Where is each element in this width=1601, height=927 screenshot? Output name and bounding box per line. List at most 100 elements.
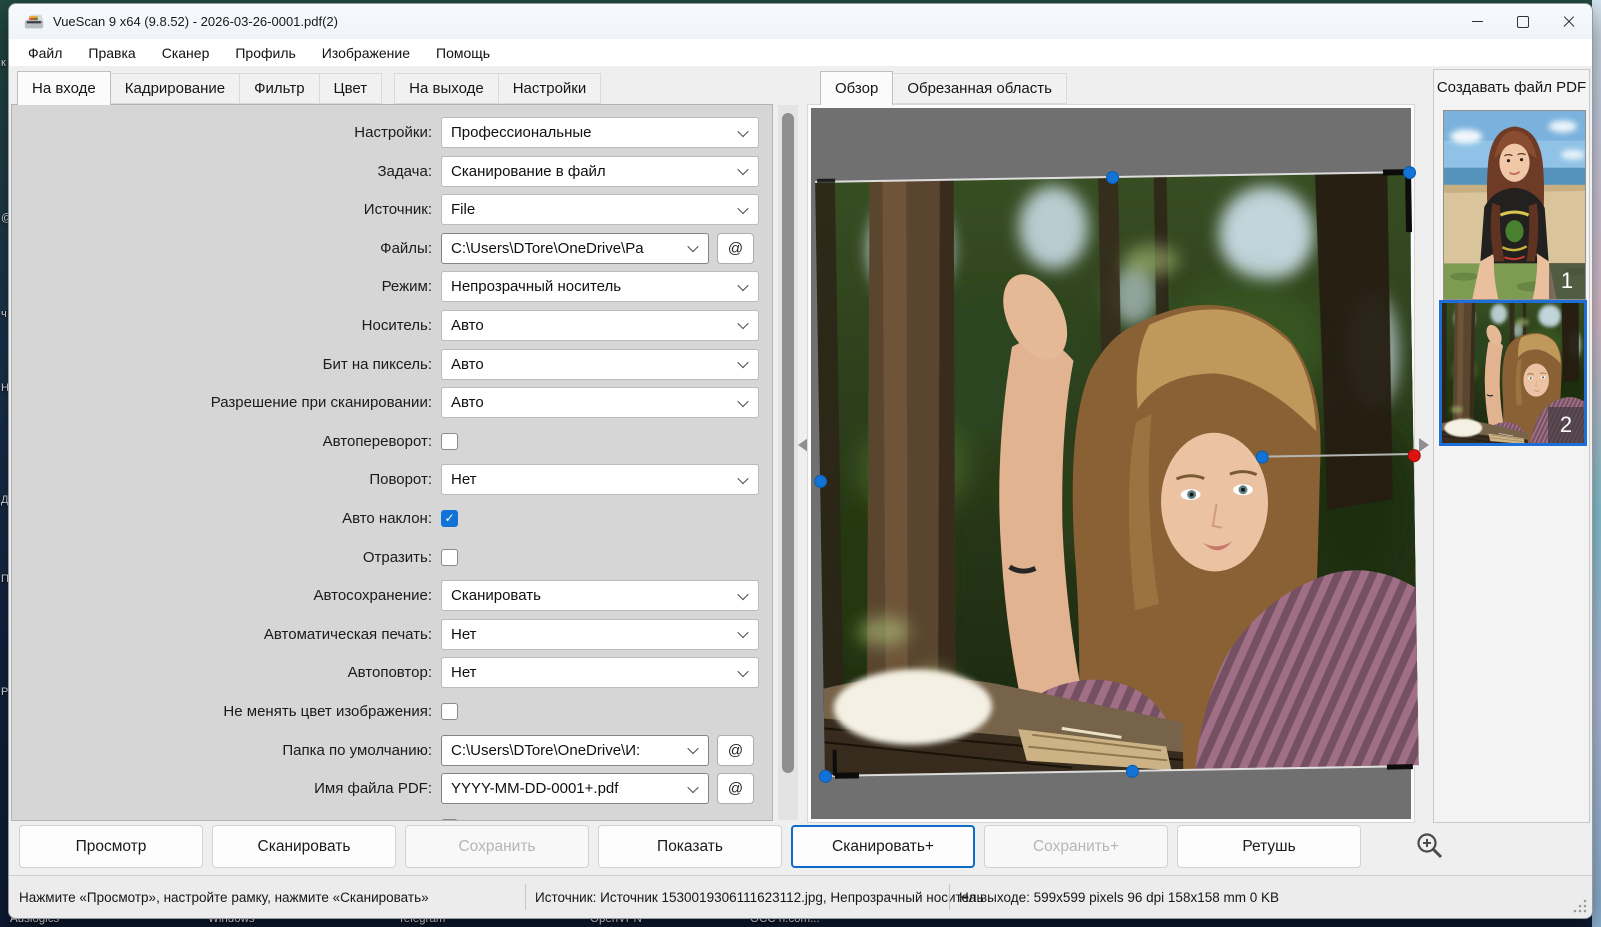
minimize-button[interactable] — [1454, 4, 1500, 39]
desktop-icon-label-fragment: к — [1, 57, 6, 69]
form-label-auto-skew: Авто наклон: — [12, 510, 441, 527]
menu-bar: ФайлПравкаСканерПрофильИзображениеПомощь — [9, 39, 1592, 66]
form-row-default-options: Параметры по умолчанию: — [12, 812, 772, 821]
scan-bed — [811, 108, 1411, 819]
crop-handle-bottom-left[interactable] — [818, 769, 831, 782]
desktop: к@чНоДПР AuslogicsWindowsTelegramOpenVPN… — [0, 0, 1601, 927]
close-icon — [1563, 16, 1575, 28]
menu-item-Файл[interactable]: Файл — [15, 45, 75, 61]
tab-input[interactable]: На входе — [17, 71, 111, 105]
form-row-media: Носитель:Авто — [12, 310, 772, 341]
zoom-in-icon[interactable] — [1414, 830, 1446, 862]
crop-handle-bottom[interactable] — [1126, 764, 1139, 777]
pdf-page-thumbnail-1[interactable]: 1 — [1443, 110, 1586, 300]
files-token-button[interactable]: @ — [717, 233, 754, 264]
close-button[interactable] — [1546, 4, 1592, 39]
pdf-filename-token-button[interactable]: @ — [717, 773, 754, 804]
crop-corner-mark — [835, 772, 859, 778]
form-row-auto-repeat: Автоповтор:Нет — [12, 657, 772, 688]
form-label-media: Носитель: — [12, 317, 441, 334]
show-button[interactable]: Показать — [598, 825, 782, 868]
task-select[interactable]: Сканирование в файл — [441, 156, 759, 187]
source-select[interactable]: File — [441, 194, 759, 225]
tab-output[interactable]: На выходе — [394, 73, 499, 104]
preview-photo[interactable] — [815, 172, 1419, 776]
form-scrollbar[interactable] — [778, 105, 798, 820]
rotation-select[interactable]: Нет — [441, 464, 759, 495]
menu-item-Правка[interactable]: Правка — [75, 45, 148, 61]
retouch-button[interactable]: Ретушь — [1177, 825, 1361, 868]
auto-print-select[interactable]: Нет — [441, 619, 759, 650]
auto-flip-checkbox[interactable] — [441, 433, 458, 450]
form-row-keep-image-color: Не менять цвет изображения: — [12, 696, 772, 727]
form-label-task: Задача: — [12, 163, 441, 180]
default-folder-token-button[interactable]: @ — [717, 735, 754, 766]
form-row-source: Источник:File — [12, 194, 772, 225]
crop-handle-left[interactable] — [813, 475, 826, 488]
auto-save-select[interactable]: Сканировать — [441, 580, 759, 611]
crop-handle-top-right[interactable] — [1402, 166, 1415, 179]
preview-button[interactable]: Просмотр — [19, 825, 203, 868]
tab-create-pdf[interactable]: Создавать файл PDF — [1433, 69, 1590, 105]
form-label-files: Файлы: — [12, 240, 441, 257]
auto-skew-checkbox[interactable]: ✓ — [441, 510, 458, 527]
chevron-down-icon — [737, 318, 748, 329]
tab-crop[interactable]: Кадрирование — [111, 73, 240, 104]
menu-item-Профиль[interactable]: Профиль — [222, 45, 308, 61]
selected-value: Авто — [451, 394, 484, 411]
status-hint: Нажмите «Просмотр», настройте рамку, наж… — [19, 876, 429, 918]
scan-plus-button[interactable]: Сканировать+ — [791, 825, 975, 868]
chevron-down-icon — [737, 589, 748, 600]
pdf-filename-select[interactable]: YYYY-MM-DD-0001+.pdf — [441, 773, 709, 804]
save-button[interactable]: Сохранить — [405, 825, 589, 868]
form-label-keep-image-color: Не менять цвет изображения: — [12, 703, 441, 720]
status-source: Источник: Источник 1530019306111623112.j… — [535, 876, 984, 918]
pdf-page-thumbnail-2-selected[interactable]: 2 — [1439, 300, 1587, 446]
keep-image-color-checkbox[interactable] — [441, 703, 458, 720]
scan-button[interactable]: Сканировать — [212, 825, 396, 868]
form-row-auto-print: Автоматическая печать:Нет — [12, 619, 772, 650]
pdf-pages-panel: 1 2 — [1433, 104, 1590, 823]
mirror-checkbox[interactable] — [441, 549, 458, 566]
tab-cropped-area[interactable]: Обрезанная область — [893, 73, 1067, 104]
form-scrollbar-thumb[interactable] — [782, 113, 794, 773]
chevron-down-icon — [687, 241, 698, 252]
auto-repeat-select[interactable]: Нет — [441, 657, 759, 688]
files-select[interactable]: C:\Users\DTore\OneDrive\Pa — [441, 233, 709, 264]
save-plus-button[interactable]: Сохранить+ — [984, 825, 1168, 868]
mode-select[interactable]: Непрозрачный носитель — [441, 271, 759, 302]
rotation-handle-red[interactable] — [1407, 449, 1420, 462]
menu-item-Изображение[interactable]: Изображение — [309, 45, 423, 61]
resize-grip[interactable] — [1573, 899, 1587, 913]
chevron-down-icon — [737, 125, 748, 136]
tab-preview[interactable]: Обзор — [820, 71, 893, 105]
form-row-auto-flip: Автопереворот: — [12, 426, 772, 457]
form-row-bits-per-pixel: Бит на пиксель:Авто — [12, 349, 772, 380]
menu-item-Помощь[interactable]: Помощь — [423, 45, 503, 61]
menu-item-Сканер[interactable]: Сканер — [149, 45, 223, 61]
crop-corner-mark — [1405, 174, 1412, 232]
options-select[interactable]: Профессиональные — [441, 117, 759, 148]
crop-handle-top[interactable] — [1105, 170, 1118, 183]
tab-color[interactable]: Цвет — [320, 73, 383, 104]
action-button-row: ПросмотрСканироватьСохранитьПоказатьСкан… — [9, 825, 1592, 868]
desktop-wallpaper-right — [1592, 0, 1601, 927]
scan-resolution-select[interactable]: Авто — [441, 387, 759, 418]
selected-value: File — [451, 201, 475, 218]
title-bar[interactable]: VueScan 9 x64 (9.8.52) - 2026-03-26-0001… — [9, 4, 1592, 39]
form-row-auto-skew: Авто наклон:✓ — [12, 503, 772, 534]
selected-value: C:\Users\DTore\OneDrive\Pa — [451, 240, 644, 257]
form-label-scan-resolution: Разрешение при сканировании: — [12, 394, 441, 411]
default-folder-select[interactable]: C:\Users\DTore\OneDrive\И: — [441, 735, 709, 766]
rotation-handle-inner[interactable] — [1256, 450, 1269, 463]
chevron-down-icon — [737, 164, 748, 175]
media-select[interactable]: Авто — [441, 310, 759, 341]
maximize-button[interactable] — [1500, 4, 1546, 39]
default-options-checkbox[interactable] — [441, 819, 458, 821]
tab-prefs[interactable]: Настройки — [499, 73, 602, 104]
page-number-badge: 2 — [1548, 407, 1584, 443]
preview-panel — [807, 104, 1415, 823]
collapse-right-icon[interactable] — [1419, 438, 1429, 452]
tab-filter[interactable]: Фильтр — [240, 73, 319, 104]
bits-per-pixel-select[interactable]: Авто — [441, 349, 759, 380]
